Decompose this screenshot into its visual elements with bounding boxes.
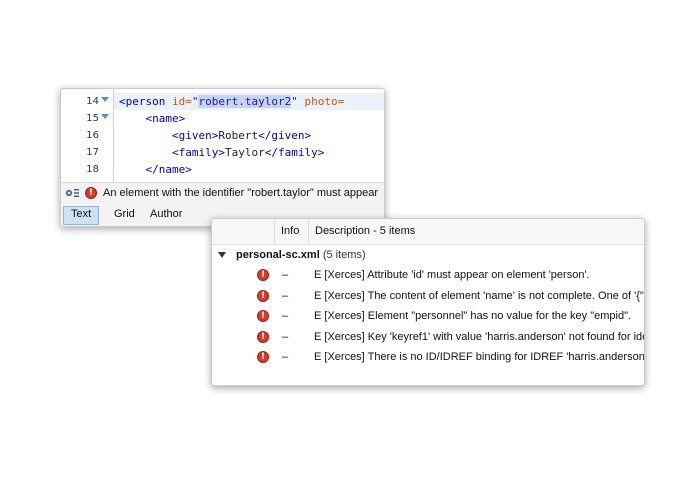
collapse-triangle-icon[interactable] (218, 252, 226, 258)
group-file-name: personal-sc.xml (5 items) (236, 249, 366, 261)
code-line[interactable]: <given>Robert</given> (119, 127, 384, 144)
problem-description: E [Xerces] There is no ID/IDREF binding … (314, 351, 645, 363)
problem-row[interactable]: ! – E [Xerces] Element "personnel" has no … (212, 306, 644, 326)
fold-triangle-icon[interactable] (101, 97, 109, 102)
code-token: </name> (119, 163, 192, 176)
status-message[interactable]: An element with the identifier "robert.t… (103, 183, 378, 203)
problem-row[interactable]: ! – E [Xerces] There is no ID/IDREF bindin… (212, 347, 644, 367)
error-icon: ! (257, 289, 269, 302)
code-line[interactable]: <person id="robert.taylor2" photo= (114, 93, 384, 110)
problem-description: E [Xerces] Element "personnel" has no va… (314, 310, 632, 322)
code-token: </given> (258, 129, 312, 142)
selected-text: robert.taylor2 (198, 95, 292, 108)
problem-info: – (282, 351, 289, 363)
error-icon: ! (257, 269, 269, 281)
code-line[interactable]: <name> (119, 110, 384, 127)
line-number: 18 (86, 164, 99, 175)
xml-editor-window: 14 15 16 17 18 <person id="robert.taylor2" p… (60, 88, 385, 227)
code-token: </family> (264, 146, 325, 159)
column-description-header[interactable]: Description - 5 items (308, 219, 644, 244)
code-token: <family> (119, 146, 225, 159)
problem-row[interactable]: ! – E [Xerces] Attribute 'id' must appear … (212, 265, 644, 285)
problem-info: – (282, 310, 289, 322)
problem-row[interactable]: ! – E [Xerces] The content of element 'nam… (212, 286, 644, 306)
error-icon: ! (85, 187, 97, 199)
code-token: <given> (119, 129, 219, 142)
code-token: id= (171, 95, 192, 108)
code-token: Robert (218, 129, 259, 142)
problem-info: – (282, 330, 289, 343)
line-number: 17 (86, 147, 99, 158)
tab-grid[interactable]: Grid (107, 206, 142, 223)
problem-info: – (282, 289, 289, 302)
fold-triangle-icon[interactable] (101, 114, 109, 119)
code-token: Taylor (224, 146, 265, 159)
problem-description: E [Xerces] Key 'keyref1' with value 'har… (314, 330, 645, 343)
error-icon: ! (257, 351, 269, 363)
code-line[interactable]: <family>Taylor</family> (119, 144, 384, 161)
code-token: <person (119, 95, 172, 108)
validation-status-bar: ! An element with the identifier "robert… (61, 182, 384, 203)
problems-panel: Info Description - 5 items personal-sc.x… (211, 218, 645, 386)
tab-text[interactable]: Text (63, 206, 100, 225)
code-area[interactable]: 14 15 16 17 18 <person id="robert.taylor2" p… (61, 89, 384, 182)
problems-table-header: Info Description - 5 items (212, 219, 644, 245)
error-icon: ! (257, 330, 269, 343)
column-info-header[interactable]: Info (274, 219, 309, 244)
settings-icon[interactable] (64, 187, 80, 199)
error-icon: ! (257, 310, 269, 322)
problem-row[interactable]: ! – E [Xerces] Key 'keyref1' with value 'h… (212, 327, 644, 347)
file-group-row[interactable]: personal-sc.xml (5 items) (212, 247, 644, 264)
line-number: 14 (86, 96, 99, 107)
problem-description: E [Xerces] The content of element 'name'… (314, 289, 645, 302)
line-number: 15 (86, 113, 99, 124)
code-token: " (291, 95, 305, 108)
line-number: 16 (86, 130, 99, 141)
group-item-count: (5 items) (322, 249, 366, 261)
tab-author[interactable]: Author (143, 206, 189, 223)
problem-info: – (282, 269, 289, 281)
code-token: photo= (304, 95, 345, 108)
code-line[interactable]: </name> (119, 161, 384, 178)
problem-description: E [Xerces] Attribute 'id' must appear on… (314, 269, 590, 281)
code-token: <name> (119, 112, 186, 125)
